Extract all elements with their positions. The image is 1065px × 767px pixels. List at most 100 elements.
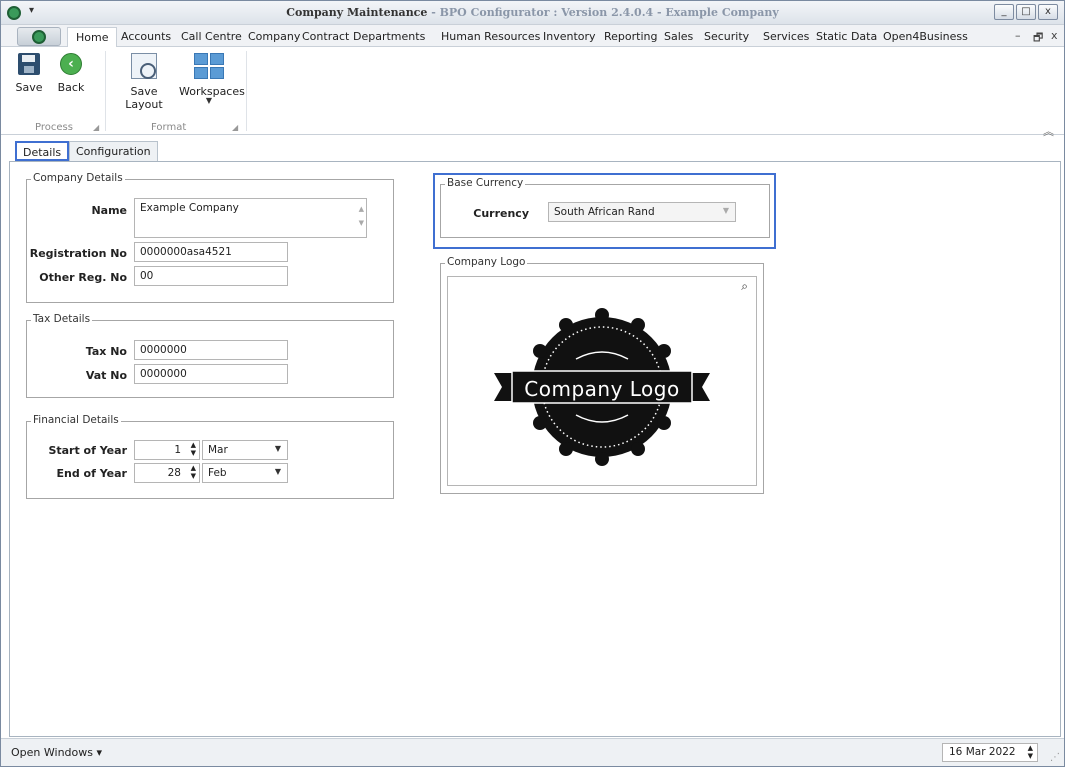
ribbon-tab-bar: Home Accounts Call Centre Company Contra…: [1, 25, 1064, 48]
ribbon-group-separator: [105, 51, 106, 131]
financial-details-group: Financial Details Start of Year 1 ▲ ▼ Mar…: [26, 414, 394, 499]
mdi-close-button[interactable]: x: [1051, 29, 1058, 42]
chevron-down-icon: ▼: [274, 444, 281, 453]
tab-departments[interactable]: Departments: [353, 30, 425, 43]
save-button-label: Save: [15, 81, 43, 94]
application-menu-button[interactable]: [17, 27, 61, 46]
financial-details-legend: Financial Details: [31, 414, 121, 426]
mdi-restore-button[interactable]: 🗗: [1033, 29, 1043, 48]
vat-no-field[interactable]: 0000000: [134, 364, 288, 384]
window-title-main: Company Maintenance: [286, 6, 428, 19]
window-controls: _ □ x: [994, 4, 1058, 20]
resize-grip-icon[interactable]: ⋰: [1050, 752, 1060, 763]
ribbon-panel: Save ‹ Back Save Layout Workspaces ▼ Pro…: [1, 47, 1064, 138]
back-button[interactable]: ‹ Back: [56, 53, 86, 94]
registration-no-field[interactable]: 0000000asa4521: [134, 242, 288, 262]
company-details-group: Company Details Name Example Company ▲ ▼ …: [26, 172, 394, 303]
registration-no-label: Registration No: [29, 247, 127, 260]
start-of-year-label: Start of Year: [48, 444, 127, 457]
title-bar: ▾ Company Maintenance - BPO Configurator…: [1, 1, 1064, 25]
tab-static-data[interactable]: Static Data: [816, 30, 877, 43]
tax-details-group: Tax Details Tax No 0000000 Vat No 000000…: [26, 313, 394, 398]
tab-security[interactable]: Security: [704, 30, 749, 43]
tab-company[interactable]: Company: [248, 30, 300, 43]
back-icon: ‹: [60, 53, 82, 75]
tab-inventory[interactable]: Inventory: [543, 30, 596, 43]
end-of-year-label: End of Year: [56, 467, 128, 480]
memo-scrollbar[interactable]: ▲ ▼: [359, 202, 364, 230]
details-page: Company Details Name Example Company ▲ ▼ …: [9, 161, 1061, 737]
save-layout-icon: [131, 53, 157, 79]
process-group-launcher-icon[interactable]: ◢: [93, 123, 99, 132]
workspaces-button[interactable]: Workspaces ▼: [179, 53, 245, 105]
ribbon-group-separator: [246, 51, 247, 131]
back-button-label: Back: [57, 81, 85, 94]
app-window: ▾ Company Maintenance - BPO Configurator…: [0, 0, 1065, 767]
tab-open4business[interactable]: Open4Business: [883, 30, 968, 43]
start-month-value: Mar: [208, 444, 228, 456]
tab-services[interactable]: Services: [763, 30, 809, 43]
currency-select[interactable]: South African Rand ▼: [548, 202, 736, 222]
status-bar: Open Windows ▾ 16 Mar 2022 ▲ ▼ ⋰: [1, 738, 1064, 766]
company-logo-group: Company Logo ⌕ Company Logo: [440, 256, 764, 494]
other-reg-no-label: Other Reg. No: [39, 271, 127, 284]
currency-value: South African Rand: [554, 206, 655, 218]
logo-text: Company Logo: [524, 377, 680, 401]
spin-arrows-icon[interactable]: ▲ ▼: [191, 464, 196, 480]
group-label-format: Format: [151, 122, 187, 133]
group-label-process: Process: [35, 122, 73, 133]
name-field[interactable]: Example Company ▲ ▼: [134, 198, 367, 238]
tab-details[interactable]: Details: [15, 141, 70, 161]
start-day-spinner[interactable]: 1 ▲ ▼: [134, 440, 200, 460]
chevron-down-icon: ▼: [722, 206, 729, 215]
end-month-value: Feb: [208, 467, 227, 479]
company-details-legend: Company Details: [31, 172, 125, 184]
save-icon: [18, 53, 40, 75]
spin-arrows-icon[interactable]: ▲ ▼: [191, 441, 196, 457]
save-layout-label: Save Layout: [125, 85, 163, 111]
tab-call-centre[interactable]: Call Centre: [181, 30, 242, 43]
close-button[interactable]: x: [1038, 4, 1058, 20]
workspaces-icon: [194, 53, 224, 79]
save-button[interactable]: Save: [15, 53, 43, 94]
company-logo-legend: Company Logo: [445, 256, 528, 268]
end-day-spinner[interactable]: 28 ▲ ▼: [134, 463, 200, 483]
minimize-button[interactable]: _: [994, 4, 1014, 20]
base-currency-group: Base Currency Currency South African Ran…: [440, 177, 770, 238]
window-title-sub: - BPO Configurator : Version 2.4.0.4 - E…: [427, 6, 779, 19]
tab-reporting[interactable]: Reporting: [604, 30, 657, 43]
document-area: Details Configuration Company Details Na…: [9, 137, 1061, 737]
end-month-select[interactable]: Feb ▼: [202, 463, 288, 483]
tab-home[interactable]: Home: [67, 27, 118, 48]
start-month-select[interactable]: Mar ▼: [202, 440, 288, 460]
tab-accounts[interactable]: Accounts: [121, 30, 171, 43]
save-layout-button[interactable]: Save Layout: [111, 53, 177, 111]
search-icon[interactable]: ⌕: [741, 279, 748, 294]
other-reg-no-field[interactable]: 00: [134, 266, 288, 286]
window-title: Company Maintenance - BPO Configurator :…: [1, 6, 1064, 19]
end-day-value: 28: [167, 467, 181, 479]
tab-contract[interactable]: Contract: [302, 30, 349, 43]
app-logo-icon: [32, 30, 46, 44]
tab-human-resources[interactable]: Human Resources: [441, 30, 540, 43]
name-value: Example Company: [140, 202, 239, 214]
tax-no-field[interactable]: 0000000: [134, 340, 288, 360]
vat-no-label: Vat No: [85, 369, 127, 382]
tax-details-legend: Tax Details: [31, 313, 93, 325]
currency-label: Currency: [473, 207, 529, 220]
spin-arrows-icon[interactable]: ▲ ▼: [1028, 744, 1033, 760]
tax-no-label: Tax No: [85, 345, 127, 358]
status-date-field[interactable]: 16 Mar 2022 ▲ ▼: [942, 743, 1038, 762]
name-label: Name: [91, 204, 127, 217]
tab-sales[interactable]: Sales: [664, 30, 693, 43]
mdi-minimize-button[interactable]: –: [1015, 29, 1021, 42]
tab-configuration[interactable]: Configuration: [69, 141, 158, 161]
chevron-down-icon: ▼: [274, 467, 281, 476]
logo-image-box[interactable]: ⌕ Company Logo: [447, 276, 757, 486]
start-day-value: 1: [174, 444, 181, 456]
maximize-button[interactable]: □: [1016, 4, 1036, 20]
base-currency-legend: Base Currency: [445, 177, 526, 189]
open-windows-button[interactable]: Open Windows ▾: [11, 746, 102, 759]
status-date-value: 16 Mar 2022: [949, 746, 1016, 758]
format-group-launcher-icon[interactable]: ◢: [232, 123, 238, 132]
